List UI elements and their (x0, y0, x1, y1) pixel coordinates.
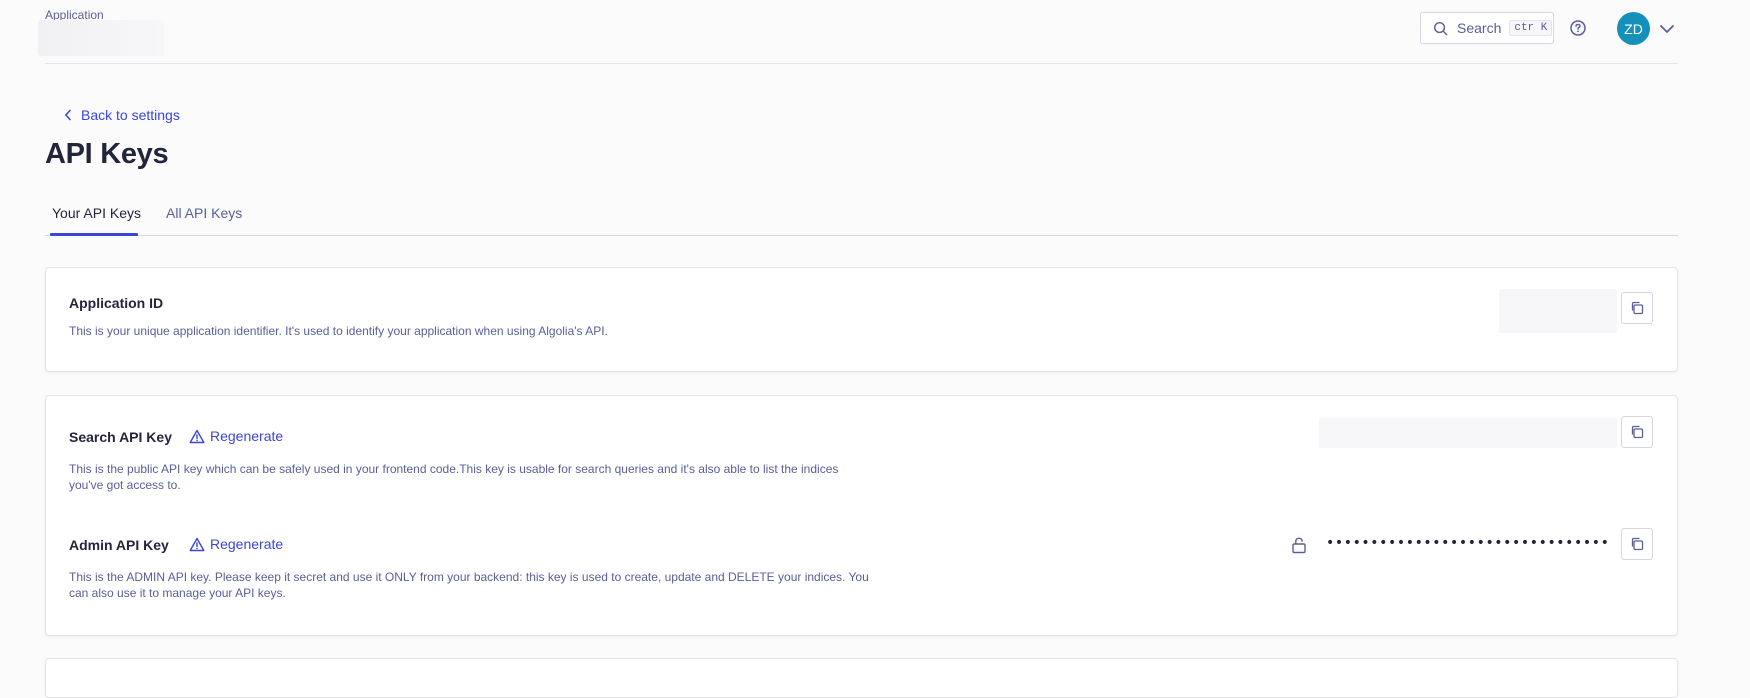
application-id-description: This is your unique application identifi… (69, 324, 608, 338)
top-header: Application Search ctr K ZD (0, 0, 1750, 64)
search-api-key-description-line2: you've got access to. (69, 478, 181, 492)
search-button[interactable]: Search ctr K (1420, 12, 1554, 44)
regenerate-search-key-button[interactable]: Regenerate (189, 428, 283, 444)
back-to-settings-link[interactable]: Back to settings (64, 107, 180, 123)
application-name (38, 20, 164, 56)
search-icon (1433, 21, 1448, 35)
active-tab-indicator (50, 233, 138, 236)
search-label: Search (1457, 20, 1502, 36)
copy-admin-api-key-button[interactable] (1621, 528, 1653, 560)
search-api-key-value (1319, 418, 1617, 448)
copy-application-id-button[interactable] (1621, 292, 1653, 324)
api-keys-tabs: Your API Keys All API Keys (45, 200, 1678, 236)
copy-icon (1631, 425, 1644, 439)
tab-your-api-keys[interactable]: Your API Keys (52, 205, 141, 221)
admin-api-key-description-line2: can also use it to manage your API keys. (69, 586, 286, 600)
header-divider (45, 63, 1678, 64)
warning-icon (189, 537, 205, 551)
next-card (45, 658, 1678, 698)
warning-icon (189, 429, 205, 443)
search-shortcut: ctr K (1509, 20, 1553, 36)
search-api-key-description-line1: This is the public API key which can be … (69, 462, 839, 476)
search-api-key-title: Search API Key (69, 429, 172, 445)
copy-icon (1631, 537, 1644, 551)
admin-api-key-description-line1: This is the ADMIN API key. Please keep i… (69, 570, 869, 584)
avatar[interactable]: ZD (1617, 12, 1650, 45)
copy-icon (1631, 301, 1644, 315)
chevron-down-icon[interactable] (1658, 20, 1676, 38)
application-id-title: Application ID (69, 295, 164, 311)
back-to-settings-label: Back to settings (81, 107, 180, 123)
api-keys-card: Search API Key Regenerate This is the pu… (45, 395, 1678, 636)
page-title: API Keys (45, 138, 169, 170)
chevron-left-icon (64, 109, 71, 121)
admin-api-key-title: Admin API Key (69, 537, 169, 553)
lock-icon[interactable] (1291, 536, 1307, 554)
regenerate-admin-key-button[interactable]: Regenerate (189, 536, 283, 552)
help-icon[interactable] (1567, 17, 1589, 39)
application-switcher[interactable]: Application (38, 8, 164, 58)
application-id-card: Application ID This is your unique appli… (45, 267, 1678, 372)
admin-api-key-masked-value: •••••••••••••••••••••••••••••••• (1326, 535, 1610, 551)
regenerate-search-key-label: Regenerate (210, 428, 284, 444)
regenerate-admin-key-label: Regenerate (210, 536, 284, 552)
application-id-value (1499, 289, 1617, 333)
tab-all-api-keys[interactable]: All API Keys (166, 205, 242, 221)
copy-search-api-key-button[interactable] (1621, 416, 1653, 448)
